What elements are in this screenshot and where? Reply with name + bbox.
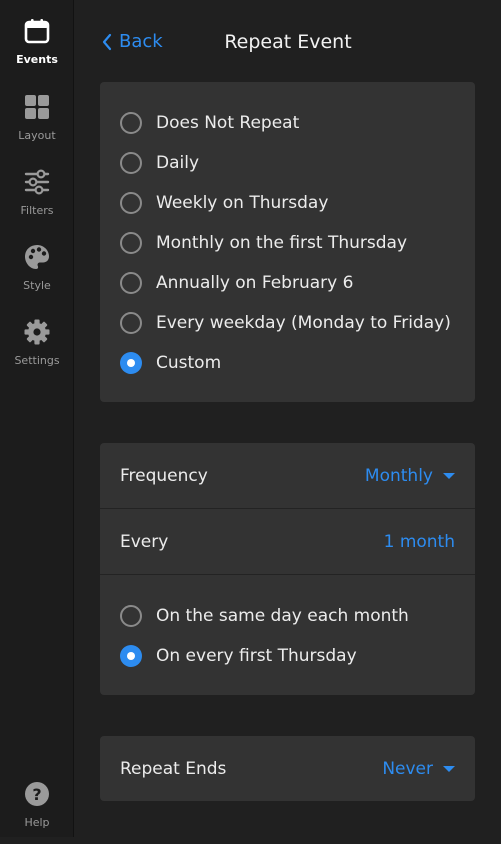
radio-option-custom[interactable]: Custom	[120, 349, 221, 377]
every-label: Every	[120, 532, 168, 552]
radio-button[interactable]	[120, 232, 142, 254]
radio-option-annually[interactable]: Annually on February 6	[120, 269, 353, 297]
sidebar-item-filters[interactable]: Filters	[0, 168, 74, 232]
sidebar-item-label: Settings	[14, 355, 59, 367]
repeat-ends-row: Repeat Ends Never	[100, 736, 475, 801]
palette-icon	[23, 243, 51, 271]
radio-label: On the same day each month	[156, 606, 409, 626]
header: Back Repeat Event	[75, 24, 501, 64]
every-value[interactable]: 1 month	[384, 532, 455, 552]
repeat-ends-card: Repeat Ends Never	[100, 736, 475, 801]
divider	[100, 574, 475, 575]
radio-label: Every weekday (Monday to Friday)	[156, 313, 451, 333]
sidebar-item-label: Style	[23, 280, 51, 292]
sidebar-item-settings[interactable]: Settings	[0, 318, 74, 382]
radio-label: Custom	[156, 353, 221, 373]
radio-label: Does Not Repeat	[156, 113, 299, 133]
frequency-value: Monthly	[365, 466, 433, 486]
gear-icon	[23, 318, 51, 346]
radio-option-same-day[interactable]: On the same day each month	[120, 602, 409, 630]
radio-option-daily[interactable]: Daily	[120, 149, 199, 177]
radio-option-first-thursday[interactable]: On every first Thursday	[120, 642, 357, 670]
calendar-icon	[23, 17, 51, 45]
svg-text:?: ?	[32, 785, 41, 804]
repeat-ends-label: Repeat Ends	[120, 759, 226, 779]
radio-button-selected[interactable]	[120, 645, 142, 667]
sidebar-item-label: Help	[24, 817, 49, 829]
sidebar-item-label: Events	[16, 54, 58, 66]
radio-button-selected[interactable]	[120, 352, 142, 374]
sidebar: Events Layout Filters	[0, 0, 74, 837]
radio-label: Weekly on Thursday	[156, 193, 328, 213]
repeat-options-card: Does Not Repeat Daily Weekly on Thursday…	[100, 82, 475, 402]
radio-button[interactable]	[120, 605, 142, 627]
every-row: Every 1 month	[100, 509, 475, 574]
layout-icon	[23, 93, 51, 121]
radio-option-weekday[interactable]: Every weekday (Monday to Friday)	[120, 309, 451, 337]
radio-option-monthly[interactable]: Monthly on the first Thursday	[120, 229, 407, 257]
radio-option-does-not-repeat[interactable]: Does Not Repeat	[120, 109, 299, 137]
sidebar-item-layout[interactable]: Layout	[0, 93, 74, 157]
repeat-ends-dropdown[interactable]: Never	[382, 759, 455, 779]
sidebar-item-help[interactable]: ? Help	[0, 780, 74, 844]
radio-label: On every first Thursday	[156, 646, 357, 666]
question-icon: ?	[23, 780, 51, 808]
radio-button[interactable]	[120, 272, 142, 294]
radio-label: Annually on February 6	[156, 273, 353, 293]
radio-button[interactable]	[120, 312, 142, 334]
caret-down-icon	[443, 766, 455, 772]
radio-label: Monthly on the first Thursday	[156, 233, 407, 253]
radio-label: Daily	[156, 153, 199, 173]
sidebar-item-label: Layout	[18, 130, 55, 142]
caret-down-icon	[443, 473, 455, 479]
repeat-ends-value: Never	[382, 759, 433, 779]
sliders-icon	[23, 168, 51, 196]
sidebar-item-events[interactable]: Events	[0, 17, 74, 81]
main-panel: Back Repeat Event Does Not Repeat Daily …	[75, 0, 501, 837]
radio-button[interactable]	[120, 152, 142, 174]
frequency-label: Frequency	[120, 466, 208, 486]
page-title: Repeat Event	[75, 31, 501, 53]
radio-option-weekly[interactable]: Weekly on Thursday	[120, 189, 328, 217]
frequency-dropdown[interactable]: Monthly	[365, 466, 455, 486]
radio-button[interactable]	[120, 192, 142, 214]
custom-settings-card: Frequency Monthly Every 1 month On the s…	[100, 443, 475, 695]
radio-button[interactable]	[120, 112, 142, 134]
sidebar-item-label: Filters	[21, 205, 54, 217]
sidebar-item-style[interactable]: Style	[0, 243, 74, 307]
frequency-row: Frequency Monthly	[100, 443, 475, 508]
